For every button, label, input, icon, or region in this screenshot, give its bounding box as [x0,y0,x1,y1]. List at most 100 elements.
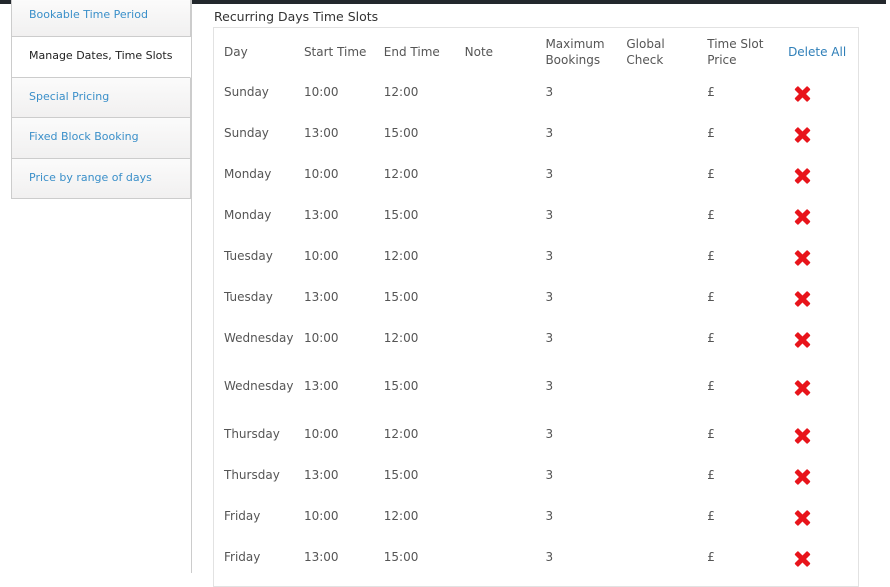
cell-day: Tuesday [224,249,273,263]
cell-global-check [626,76,707,117]
cell-note [465,459,546,500]
cell-start-time: 13:00 [303,550,339,564]
header-global-check: Global Check [626,28,707,76]
cell-maximum-bookings: 3 [545,379,554,393]
cell-day: Thursday [224,468,280,482]
delete-x-icon[interactable] [793,208,811,226]
sidebar-item-price-by-range-of-days[interactable]: Price by range of days [11,158,191,199]
cell-note [465,322,546,370]
time-slots-table-container: Day Start Time End Time Note Maximum Book… [213,27,859,587]
cell-delete [788,322,859,370]
delete-x-icon[interactable] [793,126,811,144]
header-maximum-bookings: Maximum Bookings [545,28,626,76]
cell-start-time: 13:00 [303,126,339,140]
settings-sidebar: Bookable Time Period Manage Dates, Time … [11,0,191,199]
delete-x-icon[interactable] [793,85,811,103]
cell-note [465,199,546,240]
cell-maximum-bookings: 3 [545,290,554,304]
cell-time-slot-price: £ [707,85,715,99]
table-row: Sunday 10:00 12:00 3 £ [214,76,859,117]
delete-x-icon[interactable] [793,550,811,568]
table-row: Friday 10:00 12:00 3 £ [214,500,859,541]
cell-day: Sunday [224,85,269,99]
header-note: Note [464,45,494,59]
table-row: Tuesday 13:00 15:00 3 £ [214,281,859,322]
cell-end-time: 15:00 [383,379,419,393]
cell-end-time: 15:00 [383,468,419,482]
cell-day: Wednesday [224,379,294,393]
cell-maximum-bookings: 3 [545,126,554,140]
section-title: Recurring Days Time Slots [214,9,379,24]
header-price-line1: Time Slot [707,37,764,51]
header-price-line2: Price [707,53,737,67]
header-start-time: Start Time [303,45,367,59]
cell-end-time: 12:00 [383,331,419,345]
cell-time-slot-price: £ [707,290,715,304]
cell-maximum-bookings: 3 [545,331,554,345]
header-end-time: End Time [383,45,440,59]
cell-time-slot-price: £ [707,468,715,482]
cell-day: Sunday [224,126,269,140]
cell-end-time: 12:00 [383,509,419,523]
header-max-line1: Maximum [545,37,605,51]
delete-all-link[interactable]: Delete All [788,45,846,59]
cell-end-time: 12:00 [383,249,419,263]
delete-x-icon[interactable] [793,331,811,349]
cell-time-slot-price: £ [707,208,715,222]
sidebar-item-manage-dates-time-slots[interactable]: Manage Dates, Time Slots [11,37,191,78]
cell-delete [788,199,859,240]
cell-end-time: 15:00 [383,550,419,564]
cell-global-check [626,322,707,370]
sidebar-divider [191,0,192,573]
cell-start-time: 13:00 [303,468,339,482]
delete-x-icon[interactable] [793,167,811,185]
table-row: Wednesday 10:00 12:00 3 £ [214,322,859,370]
cell-maximum-bookings: 3 [545,468,554,482]
cell-delete [788,158,859,199]
cell-global-check [626,199,707,240]
cell-maximum-bookings: 3 [545,509,554,523]
cell-start-time: 13:00 [303,208,339,222]
header-day: Day [224,45,248,59]
cell-note [465,76,546,117]
cell-delete [788,541,859,582]
delete-x-icon[interactable] [793,509,811,527]
cell-global-check [626,370,707,418]
cell-note [465,158,546,199]
cell-delete [788,459,859,500]
sidebar-item-special-pricing[interactable]: Special Pricing [11,77,191,118]
delete-x-icon[interactable] [793,249,811,267]
cell-time-slot-price: £ [707,249,715,263]
cell-note [465,370,546,418]
cell-start-time: 10:00 [303,509,339,523]
cell-note [465,281,546,322]
cell-day: Friday [224,509,261,523]
delete-x-icon[interactable] [793,468,811,486]
cell-time-slot-price: £ [707,331,715,345]
cell-note [465,240,546,281]
cell-end-time: 15:00 [383,126,419,140]
cell-maximum-bookings: 3 [545,249,554,263]
cell-global-check [626,158,707,199]
cell-end-time: 15:00 [383,290,419,304]
cell-time-slot-price: £ [707,550,715,564]
sidebar-item-bookable-time-period[interactable]: Bookable Time Period [11,0,191,37]
cell-delete [788,370,859,418]
cell-time-slot-price: £ [707,126,715,140]
cell-note [465,500,546,541]
cell-end-time: 15:00 [383,208,419,222]
cell-day: Thursday [224,427,280,441]
cell-day: Wednesday [224,331,294,345]
delete-x-icon[interactable] [793,379,811,397]
cell-start-time: 10:00 [303,427,339,441]
delete-x-icon[interactable] [793,427,811,445]
cell-day: Tuesday [224,290,273,304]
table-body: Sunday 10:00 12:00 3 £ Sunday 13:00 15:00 3 £ Mond… [214,76,859,582]
delete-x-icon[interactable] [793,290,811,308]
cell-end-time: 12:00 [383,167,419,181]
header-delete-all: Delete All [788,28,859,76]
cell-maximum-bookings: 3 [545,550,554,564]
cell-global-check [626,459,707,500]
cell-delete [788,117,859,158]
sidebar-item-fixed-block-booking[interactable]: Fixed Block Booking [11,118,191,159]
